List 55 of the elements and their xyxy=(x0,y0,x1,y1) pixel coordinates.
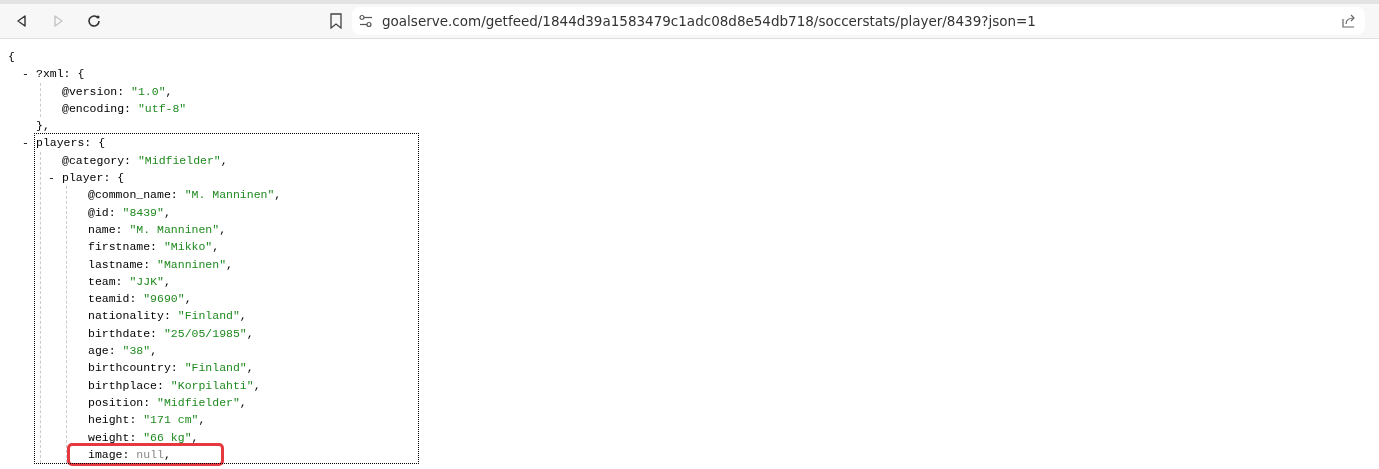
share-icon[interactable] xyxy=(1341,13,1357,29)
site-settings-icon[interactable] xyxy=(358,14,374,28)
url-text: goalserve.com/getfeed/1844d39a1583479c1adc08d8e54db718/soccerstats/player/8439?json=1 xyxy=(382,11,1036,31)
json-key: @category: xyxy=(62,153,131,167)
json-value: "9690", xyxy=(143,292,192,306)
json-value: "25/05/1985", xyxy=(163,326,254,340)
bookmark-icon xyxy=(329,13,343,29)
open-brace: { xyxy=(98,136,106,150)
json-value: "Midfielder", xyxy=(137,153,228,167)
reload-icon xyxy=(86,13,102,29)
json-value: "JJK", xyxy=(129,274,171,288)
json-key: weight: xyxy=(88,430,137,444)
json-value: "Manninen", xyxy=(157,257,233,271)
json-value: "38", xyxy=(122,344,158,358)
json-key: image: xyxy=(88,447,130,461)
json-value: "Mikko", xyxy=(163,240,220,254)
json-key: birthdate: xyxy=(88,326,157,340)
json-value: "66 kg", xyxy=(143,430,199,444)
json-value: "Korpilahti", xyxy=(170,378,261,392)
collapse-toggle[interactable]: - xyxy=(22,65,36,83)
json-key: @id: xyxy=(88,205,116,219)
address-bar[interactable]: goalserve.com/getfeed/1844d39a1583479c1adc08d8e54db718/soccerstats/player/8439?json=1 xyxy=(352,7,1365,35)
open-brace: { xyxy=(8,50,15,63)
json-key: position: xyxy=(88,395,151,409)
json-value: "utf-8" xyxy=(137,101,187,115)
json-value: "1.0", xyxy=(131,84,173,98)
collapse-toggle[interactable]: - xyxy=(48,169,62,187)
json-key: team: xyxy=(88,274,123,288)
json-value: "Finland", xyxy=(184,361,254,375)
json-key: players: xyxy=(36,136,92,150)
json-key: ?xml: xyxy=(36,67,71,81)
json-key: firstname: xyxy=(88,240,157,254)
json-key: player: xyxy=(62,171,111,185)
json-value: null, xyxy=(136,447,171,461)
json-key: lastname: xyxy=(88,257,151,271)
json-value: "171 cm", xyxy=(143,413,206,427)
json-key: birthcountry: xyxy=(88,361,178,375)
open-brace: { xyxy=(77,67,85,81)
json-value: "Finland", xyxy=(177,309,247,323)
json-key: @encoding: xyxy=(62,101,131,115)
json-value: "8439", xyxy=(122,205,171,219)
json-key: birthplace: xyxy=(88,378,164,392)
json-key: height: xyxy=(88,413,137,427)
json-value: "M. Manninen", xyxy=(184,188,282,202)
json-key: @version: xyxy=(62,84,125,98)
json-key: age: xyxy=(88,344,116,358)
json-value: "Midfielder", xyxy=(157,395,247,409)
json-value: "M. Manninen", xyxy=(129,222,227,236)
json-key: @common_name: xyxy=(88,188,178,202)
json-key: nationality: xyxy=(88,309,171,323)
collapse-toggle[interactable]: - xyxy=(22,134,36,152)
open-brace: { xyxy=(117,171,125,185)
json-key: name: xyxy=(88,222,123,236)
json-key: teamid: xyxy=(88,292,137,306)
close-brace: }, xyxy=(36,119,50,133)
